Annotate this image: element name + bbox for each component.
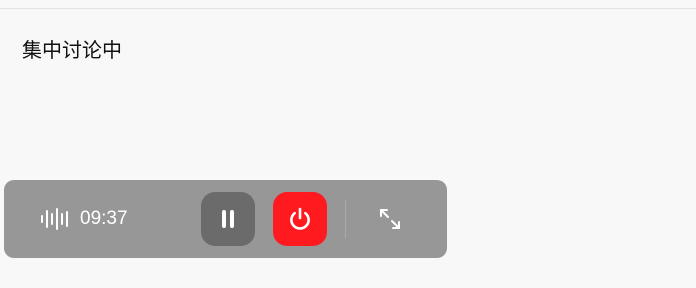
power-icon	[290, 207, 310, 230]
control-separator	[345, 200, 346, 238]
pause-button[interactable]	[201, 192, 255, 246]
discussion-status-text: 集中讨论中	[22, 38, 122, 62]
end-recording-button[interactable]	[273, 192, 327, 246]
page: 集中讨论中 09:37	[0, 0, 696, 288]
expand-icon	[380, 209, 400, 229]
pause-icon	[222, 210, 226, 228]
waveform-icon	[40, 208, 72, 230]
top-divider	[0, 8, 696, 9]
expand-button[interactable]	[375, 204, 405, 234]
recording-control-bar: 09:37	[4, 180, 447, 258]
recording-timer: 09:37	[80, 208, 128, 229]
